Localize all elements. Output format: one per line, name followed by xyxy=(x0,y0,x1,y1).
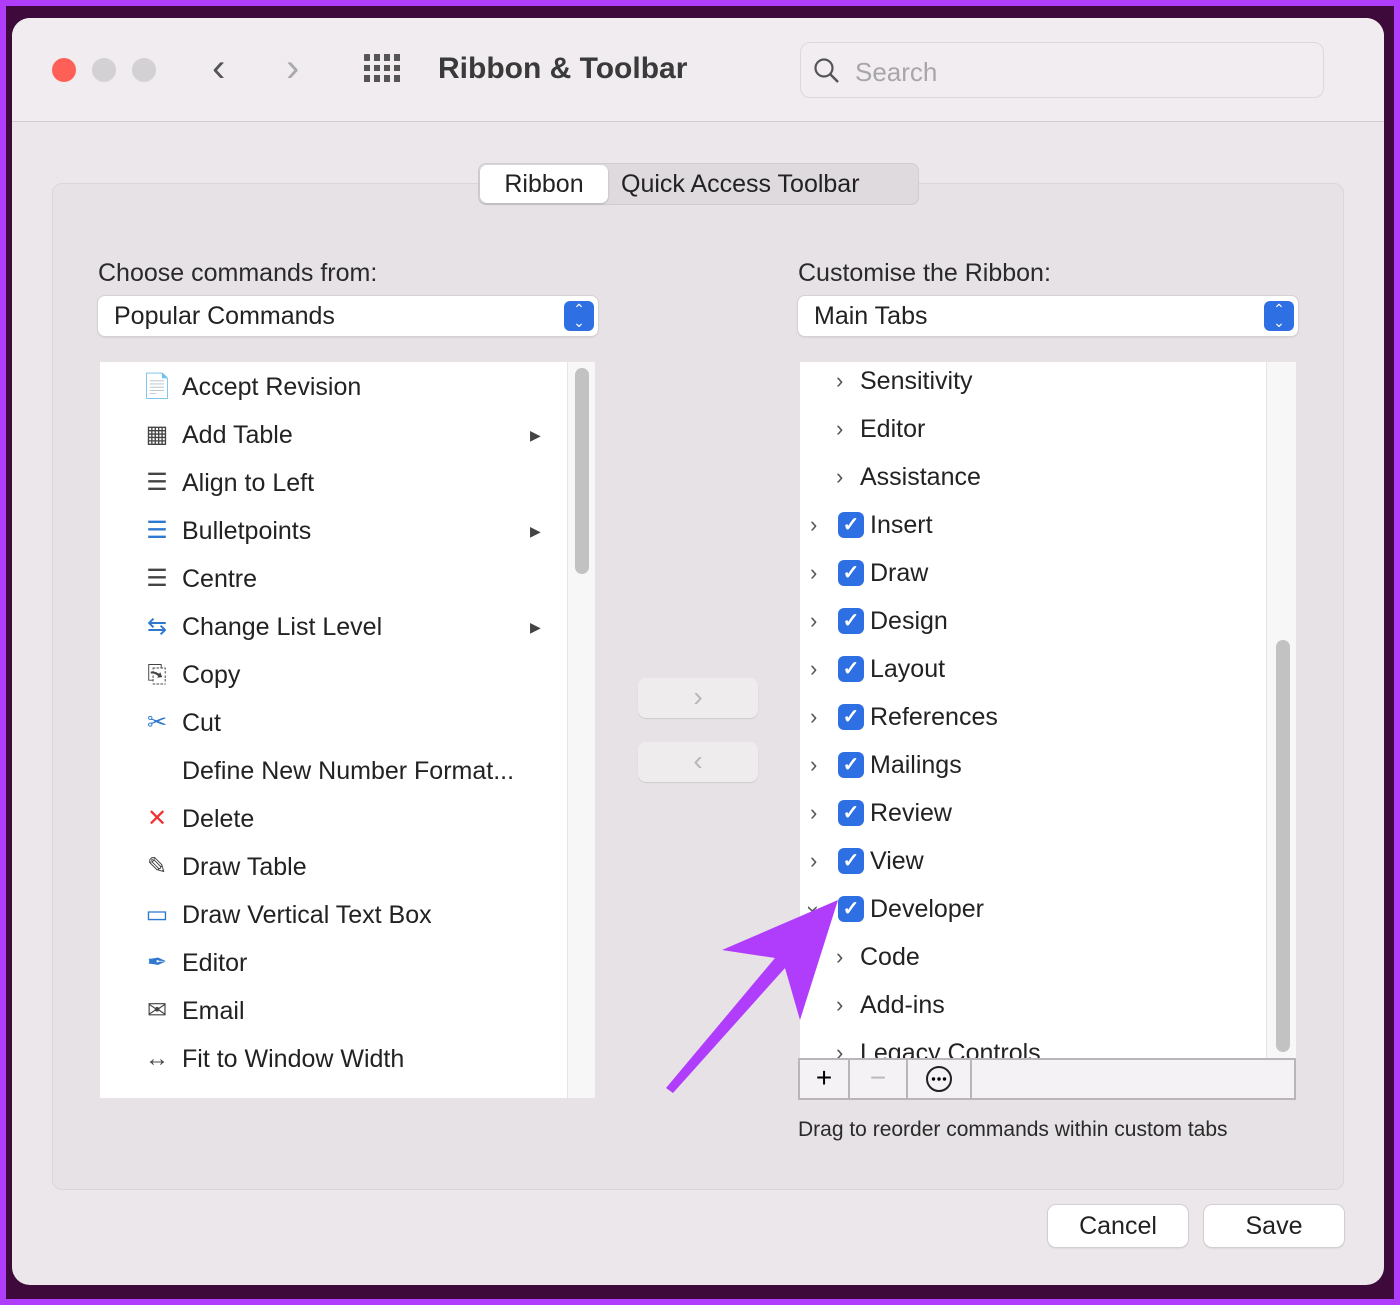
annotation-arrow-icon xyxy=(666,900,838,1093)
